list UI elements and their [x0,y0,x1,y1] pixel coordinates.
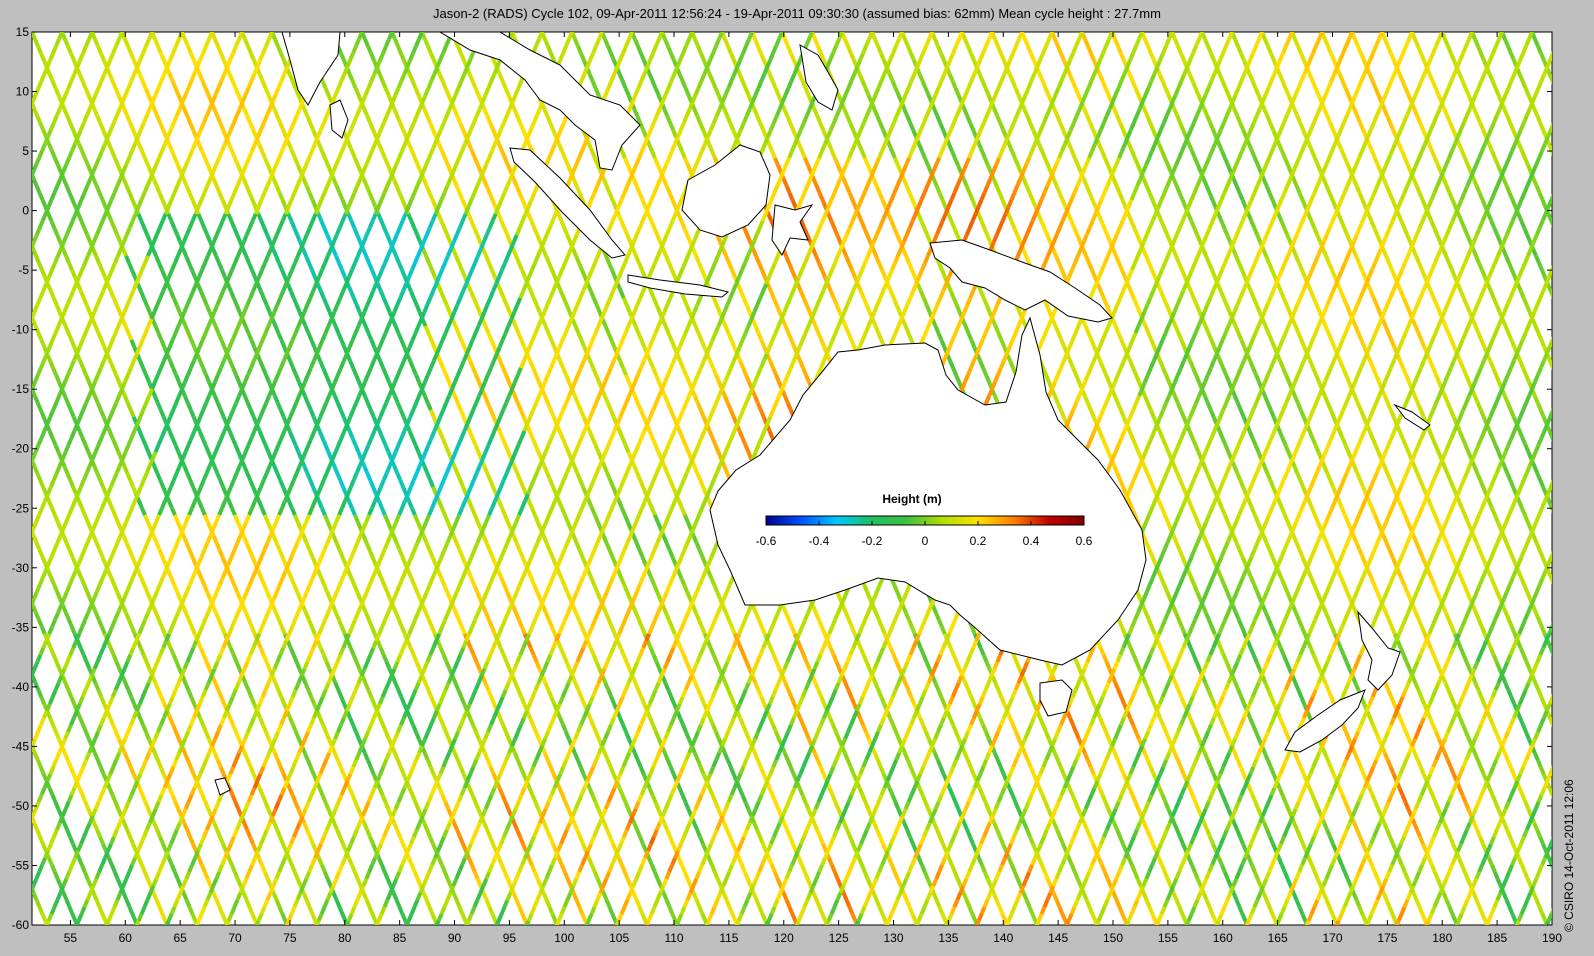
lon-tick-label: 135 [938,931,958,945]
colorbar-tick-label: -0.4 [809,534,830,548]
lon-tick-label: 110 [664,931,683,945]
lat-tick-label: -10 [12,323,30,337]
lon-tick-label: 150 [1103,931,1123,945]
lat-tick-label: -30 [12,561,30,575]
copyright-credit: © CSIRO 14-Oct-2011 12:06 [1562,779,1576,932]
lon-tick-label: 95 [503,931,517,945]
lon-tick-label: 80 [338,931,352,945]
lon-tick-label: 75 [283,931,297,945]
lat-tick-label: 10 [16,85,30,99]
lon-tick-label: 55 [64,931,78,945]
lon-tick-label: 170 [1322,931,1342,945]
height-colorbar: Height (m) -0.6 -0.4 -0.2 0 0.2 0.4 0.6 [735,484,1093,550]
lon-tick-label: 180 [1432,931,1452,945]
lon-tick-label: 115 [719,931,738,945]
lat-tick-label: -5 [18,263,29,277]
lon-tick-label: 100 [554,931,574,945]
lon-tick-label: 60 [119,931,133,945]
lat-tick-label: -50 [12,799,30,813]
colorbar-tick-label: -0.2 [862,534,883,548]
colorbar-tick-label: 0.4 [1023,534,1040,548]
lat-tick-label: -25 [12,501,30,515]
lon-tick-label: 145 [1048,931,1068,945]
lon-tick-label: 140 [993,931,1013,945]
lon-tick-label: 70 [228,931,242,945]
colorbar-tick-label: 0.2 [970,534,987,548]
lat-tick-label: 0 [22,204,29,218]
lat-tick-label: 5 [22,144,29,158]
lon-tick-label: 85 [393,931,407,945]
lat-tick-label: -60 [12,918,30,932]
lat-tick-label: -55 [12,858,30,872]
lat-tick-label: -15 [12,382,30,396]
lat-tick-label: -40 [12,680,30,694]
colorbar-tick-label: 0.6 [1076,534,1093,548]
lon-tick-label: 90 [448,931,462,945]
lat-tick-label: 15 [16,25,30,39]
lon-tick-label: 190 [1542,931,1562,945]
colorbar-tick-label: -0.6 [756,534,777,548]
lon-tick-label: 130 [884,931,904,945]
colorbar-label: Height (m) [882,492,941,506]
lon-tick-label: 155 [1158,931,1178,945]
lon-tick-label: 65 [173,931,187,945]
lon-tick-label: 160 [1213,931,1233,945]
lon-tick-label: 165 [1268,931,1288,945]
lon-tick-label: 185 [1487,931,1507,945]
lon-tick-label: 120 [774,931,794,945]
lat-tick-label: -35 [12,620,30,634]
colorbar-tick-label: 0 [922,534,929,548]
lat-tick-label: -20 [12,442,30,456]
lon-tick-label: 125 [829,931,849,945]
lon-tick-label: 105 [609,931,629,945]
lon-tick-label: 175 [1377,931,1397,945]
altimetry-map: 55 60 65 70 75 80 85 90 95 100 105 110 115 120 125 130 1… [12,25,1563,945]
lat-tick-label: -45 [12,739,30,753]
